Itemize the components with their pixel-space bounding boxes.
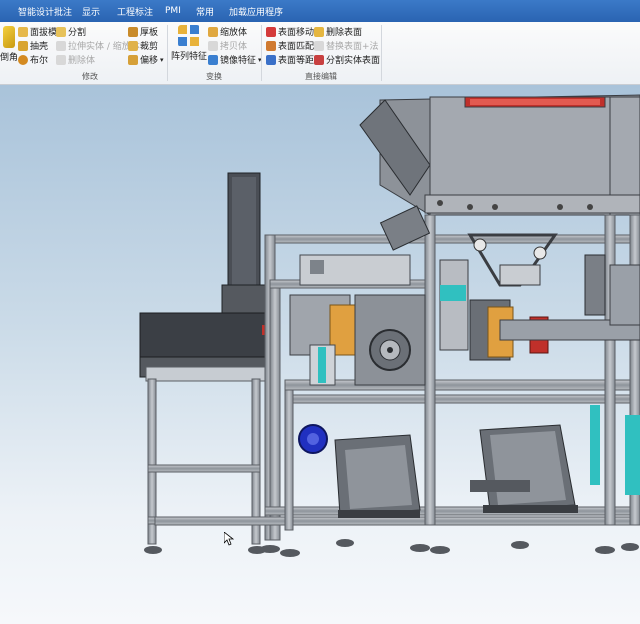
mouse-pointer-icon xyxy=(224,532,234,546)
delete-body-button[interactable]: 删除体 xyxy=(56,53,95,66)
shell-icon xyxy=(18,40,28,51)
match-face-icon xyxy=(266,40,276,51)
thicken-icon xyxy=(128,26,138,37)
mirror-icon xyxy=(208,54,218,65)
offset-face-button[interactable]: 表面等距 xyxy=(266,53,314,66)
scale-icon xyxy=(208,26,218,37)
match-face-button[interactable]: 表面匹配 xyxy=(266,39,314,52)
menu-pmi[interactable]: PMI xyxy=(165,6,181,16)
ribbon: 倒角 面拔模 抽壳 布尔 分割 拉伸实体 / 缩放体 删除体 厚板 裁剪 偏移 … xyxy=(0,22,640,85)
boolean-icon xyxy=(18,54,28,65)
thicken-button[interactable]: 厚板 xyxy=(128,25,158,38)
move-face-label: 表面移动 xyxy=(278,28,315,38)
split-solid-icon xyxy=(314,54,324,65)
lower-conveyors xyxy=(334,424,578,518)
delete-face-label: 删除表面 xyxy=(326,28,363,38)
split-label: 分割 xyxy=(68,28,87,38)
menu-bar: 智能设计批注 显示 工程标注 PMI 常用 加载应用程序 xyxy=(0,0,640,22)
modify-group-label: 修改 xyxy=(82,72,98,81)
shell-label: 抽壳 xyxy=(30,42,49,52)
modify-group: 面拔模 抽壳 布尔 分割 拉伸实体 / 缩放体 删除体 厚板 裁剪 偏移 ▾ 修… xyxy=(14,22,166,84)
replace-face-button[interactable]: 替换表面+法 xyxy=(314,39,379,52)
pattern-feature-button[interactable]: 阵列特征 xyxy=(171,25,207,62)
mirror-feature-button[interactable]: 镜像特征 ▾ xyxy=(208,53,262,66)
mirror-feature-label: 镜像特征 xyxy=(220,56,257,66)
trim-label: 裁剪 xyxy=(140,42,159,52)
menu-display[interactable]: 显示 xyxy=(82,5,100,18)
split-button[interactable]: 分割 xyxy=(56,25,86,38)
direct-edit-group: 表面移动 表面匹配 表面等距 删除表面 替换表面+法 分割实体表面 直接编辑 xyxy=(262,22,380,84)
split-icon xyxy=(56,26,66,37)
machine-feet xyxy=(260,539,639,557)
direct-edit-group-label: 直接编辑 xyxy=(305,72,337,81)
draft-icon xyxy=(18,26,28,37)
menu-common[interactable]: 常用 xyxy=(196,5,214,18)
menu-load-apps[interactable]: 加载应用程序 xyxy=(229,5,283,18)
thicken-label: 厚板 xyxy=(140,28,159,38)
offset-face-label: 表面等距 xyxy=(278,56,315,66)
shell-button[interactable]: 抽壳 xyxy=(18,39,48,52)
3d-viewport[interactable] xyxy=(0,85,640,624)
stretch-icon xyxy=(56,40,66,51)
copy-body-button[interactable]: 拷贝体 xyxy=(208,39,247,52)
replace-face-icon xyxy=(314,40,324,51)
offset-button[interactable]: 偏移 ▾ xyxy=(128,53,164,66)
offset-icon xyxy=(128,54,138,65)
match-face-label: 表面匹配 xyxy=(278,42,315,52)
replace-face-label: 替换表面+法 xyxy=(326,42,379,52)
delete-face-icon xyxy=(314,26,324,37)
offset-face-icon xyxy=(266,54,276,65)
group-divider xyxy=(381,25,382,81)
move-face-button[interactable]: 表面移动 xyxy=(266,25,314,38)
upper-housing xyxy=(359,94,640,216)
offset-label: 偏移 xyxy=(140,56,159,66)
split-solid-face-button[interactable]: 分割实体表面 xyxy=(314,53,380,66)
boolean-label: 布尔 xyxy=(30,56,49,66)
transform-group: 阵列特征 缩放体 拷贝体 镜像特征 ▾ 变换 xyxy=(168,22,262,84)
boolean-button[interactable]: 布尔 xyxy=(18,53,48,66)
scale-body-button[interactable]: 缩放体 xyxy=(208,25,247,38)
trim-icon xyxy=(128,40,138,51)
split-solid-face-label: 分割实体表面 xyxy=(326,56,381,66)
scale-body-label: 缩放体 xyxy=(220,28,248,38)
delete-face-button[interactable]: 删除表面 xyxy=(314,25,362,38)
pattern-feature-label: 阵列特征 xyxy=(171,52,208,62)
face-draft-button[interactable]: 面拔模 xyxy=(18,25,57,38)
move-face-icon xyxy=(266,26,276,37)
delete-body-icon xyxy=(56,54,66,65)
menu-smart-annotation[interactable]: 智能设计批注 xyxy=(18,5,72,18)
menu-engineering-annotation[interactable]: 工程标注 xyxy=(117,5,153,18)
delete-body-label: 删除体 xyxy=(68,56,96,66)
offset-dropdown-icon: ▾ xyxy=(160,55,164,64)
blue-motor xyxy=(298,424,328,454)
transform-group-label: 变换 xyxy=(206,72,222,81)
copy-body-label: 拷贝体 xyxy=(220,42,248,52)
trim-button[interactable]: 裁剪 xyxy=(128,39,158,52)
machine-model[interactable] xyxy=(0,85,640,624)
copy-icon xyxy=(208,40,218,51)
face-draft-label: 面拔模 xyxy=(30,28,58,38)
pattern-icon xyxy=(178,25,200,47)
